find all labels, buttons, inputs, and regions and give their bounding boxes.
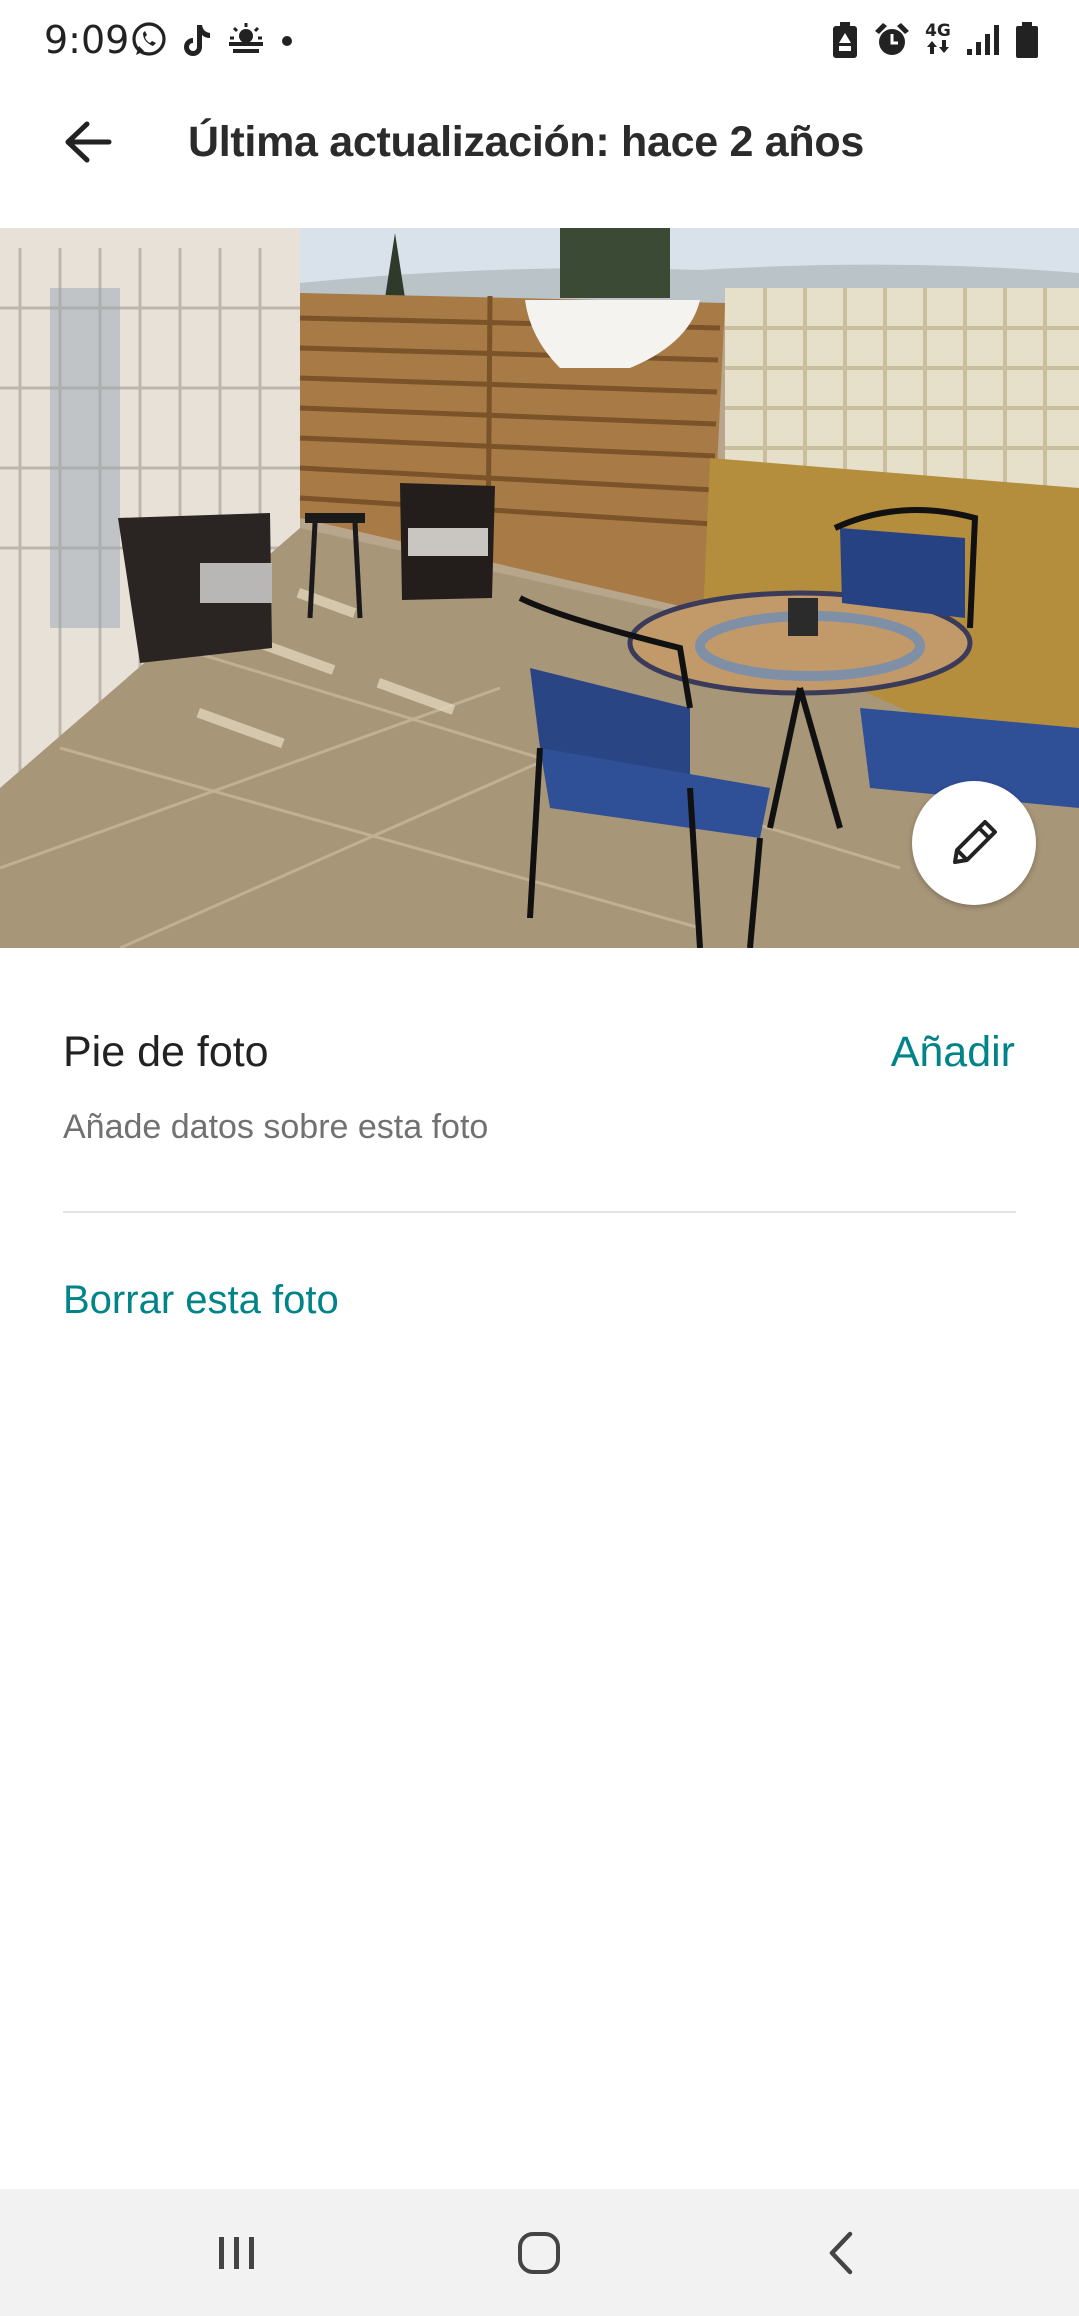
network-label: 4G bbox=[925, 20, 951, 41]
whatsapp-icon bbox=[132, 22, 166, 56]
status-time: 9:09 bbox=[44, 18, 130, 62]
system-nav-bar bbox=[0, 2189, 1079, 2316]
caption-title: Pie de foto bbox=[63, 1028, 269, 1076]
nav-back-icon bbox=[829, 2231, 853, 2274]
signal-icon bbox=[967, 25, 999, 55]
pencil-icon bbox=[953, 820, 997, 864]
data-arrows-icon bbox=[927, 39, 949, 54]
recents-button[interactable] bbox=[162, 2189, 312, 2316]
header: Última actualización: hace 2 años bbox=[0, 82, 1079, 232]
edit-photo-button[interactable] bbox=[912, 781, 1036, 905]
weather-icon bbox=[229, 23, 263, 53]
battery-icon bbox=[1016, 22, 1038, 58]
home-button[interactable] bbox=[464, 2189, 614, 2316]
status-right-icons: 4G bbox=[831, 20, 1039, 60]
network-4g-icon: 4G bbox=[925, 20, 951, 58]
status-left-icons bbox=[130, 20, 294, 60]
recents-icon bbox=[219, 2236, 254, 2269]
status-bar: 9:09 4G bbox=[0, 0, 1079, 82]
divider bbox=[63, 1211, 1016, 1213]
battery-saver-icon bbox=[833, 22, 857, 58]
dot-icon bbox=[282, 36, 292, 46]
tiktok-icon bbox=[184, 25, 210, 56]
page-title: Última actualización: hace 2 años bbox=[188, 118, 864, 166]
add-caption-button[interactable]: Añadir bbox=[891, 1028, 1015, 1077]
delete-photo-button[interactable]: Borrar esta foto bbox=[63, 1278, 339, 1323]
home-icon bbox=[518, 2231, 560, 2274]
arrow-left-icon bbox=[65, 121, 112, 163]
caption-hint: Añade datos sobre esta foto bbox=[63, 1108, 489, 1146]
back-button[interactable] bbox=[58, 112, 118, 172]
alarm-icon bbox=[875, 23, 909, 55]
nav-back-button[interactable] bbox=[766, 2189, 916, 2316]
